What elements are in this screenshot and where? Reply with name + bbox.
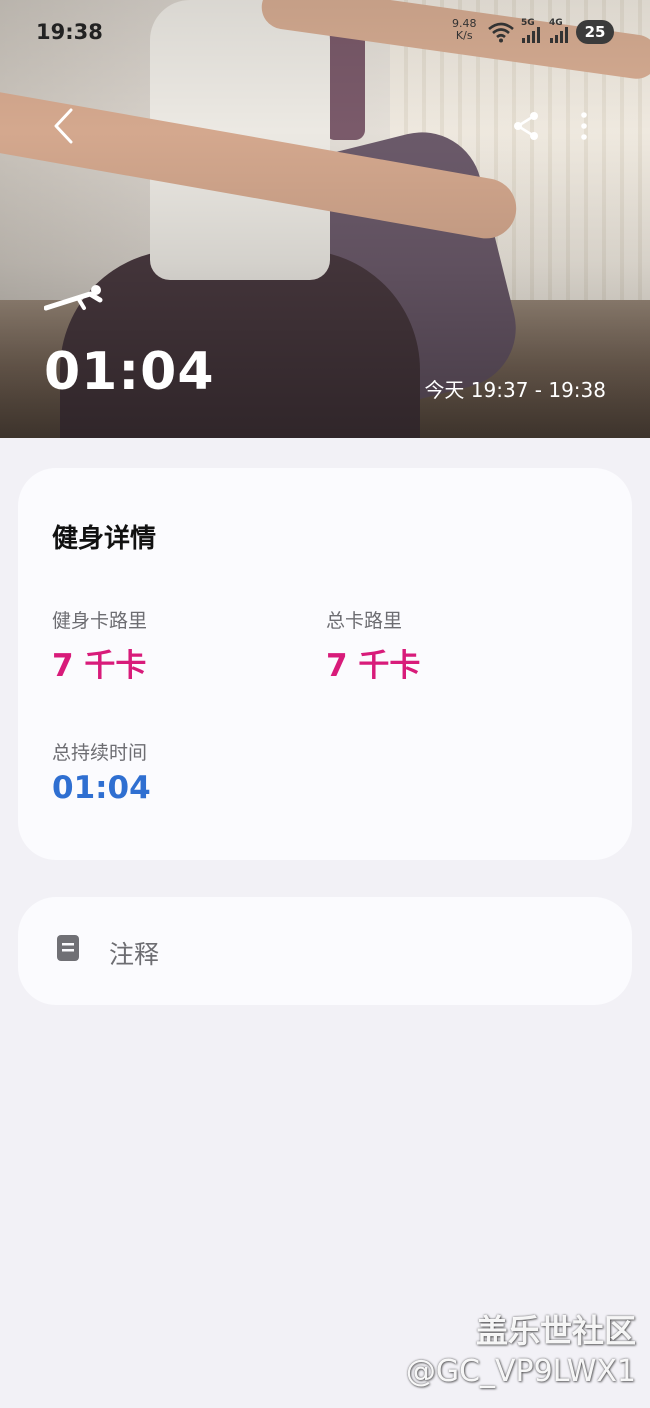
- notes-button[interactable]: 注释: [18, 897, 632, 1005]
- total-calories-label: 总卡路里: [326, 610, 403, 632]
- network-speed: 9.48 K/s: [452, 18, 477, 42]
- more-vertical-icon: [581, 112, 587, 140]
- note-icon: [57, 935, 79, 961]
- workout-calories-label: 健身卡路里: [52, 610, 148, 632]
- watermark-site: 盖乐世社区: [475, 1312, 636, 1350]
- workout-calories-value: 7 千卡: [52, 648, 147, 684]
- total-duration-label: 总持续时间: [52, 742, 148, 764]
- wifi-icon: [488, 22, 514, 43]
- status-time: 19:38: [36, 20, 103, 44]
- sim1-signal: 5G: [520, 18, 542, 44]
- workout-cover-image: 19:38 9.48 K/s 5G 4G 25 01:04 今天 19:37 -…: [0, 0, 650, 438]
- workout-duration: 01:04: [44, 342, 215, 402]
- sim2-signal: 4G: [548, 18, 570, 44]
- watermark-user: @GC_VP9LWX1: [405, 1354, 636, 1389]
- share-button[interactable]: [504, 104, 548, 148]
- signal-icon: [522, 27, 540, 43]
- status-icons: 5G 4G 25: [488, 18, 614, 44]
- card-title: 健身详情: [52, 524, 157, 554]
- workout-details-card: 健身详情 健身卡路里 7 千卡 总卡路里 7 千卡 总持续时间 01:04: [18, 468, 632, 860]
- share-icon: [514, 112, 538, 140]
- signal-icon: [550, 27, 568, 43]
- plank-exercise-icon: [44, 285, 103, 311]
- chevron-left-icon: [54, 108, 73, 144]
- notes-label: 注释: [109, 940, 160, 969]
- back-button[interactable]: [42, 104, 86, 148]
- battery-indicator: 25: [576, 20, 614, 44]
- total-duration-value: 01:04: [52, 770, 151, 806]
- more-options-button[interactable]: [562, 104, 606, 148]
- total-calories-value: 7 千卡: [326, 648, 421, 684]
- workout-time-range: 今天 19:37 - 19:38: [424, 378, 606, 402]
- status-bar: 19:38 9.48 K/s 5G 4G 25: [0, 0, 650, 64]
- network-speed-unit: K/s: [455, 29, 473, 42]
